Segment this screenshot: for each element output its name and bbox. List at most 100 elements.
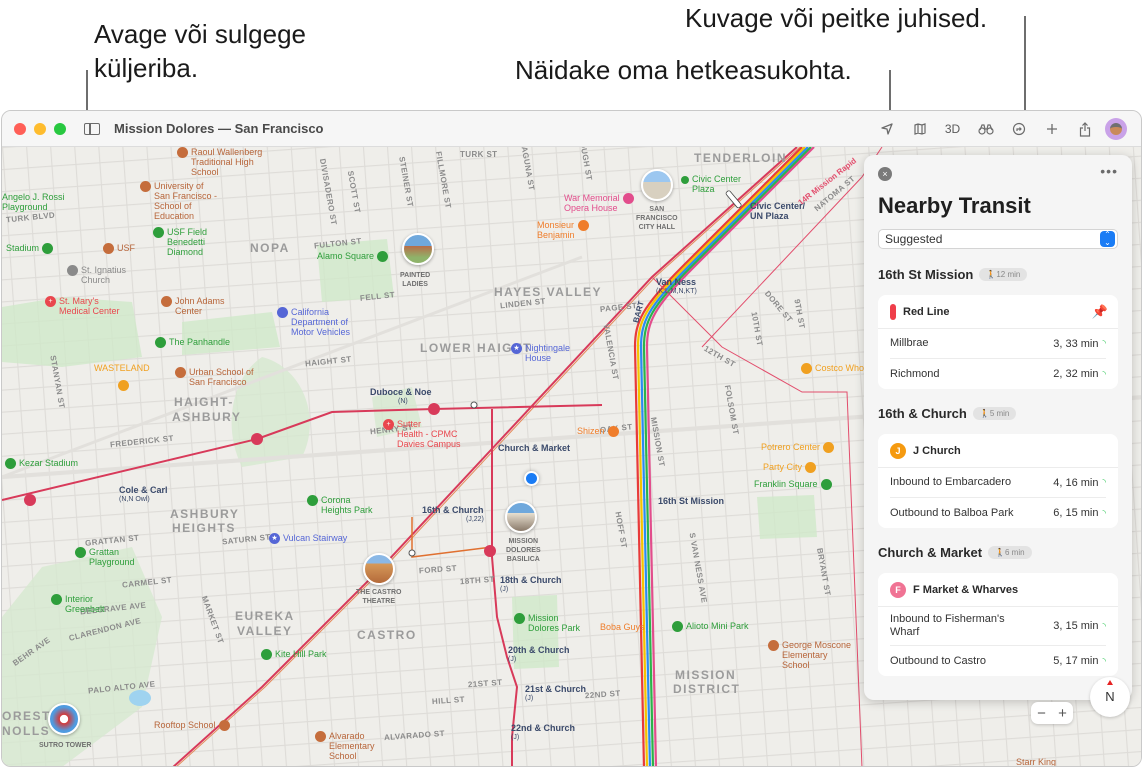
transit-stop-label[interactable]: Van Ness (K,L,M,N,KT)	[656, 277, 697, 297]
zoom-in-button[interactable]: +	[1058, 705, 1067, 722]
poi-nightingale[interactable]: ★ Nightingale House	[508, 343, 570, 363]
map-mode-button[interactable]	[903, 115, 936, 143]
n-stop-badge[interactable]	[24, 494, 36, 506]
pin-icon[interactable]: 📌	[1092, 304, 1108, 320]
transit-line-card[interactable]: F F Market & Wharves Inbound to Fisherma…	[878, 573, 1118, 676]
directions-button[interactable]	[1002, 115, 1035, 143]
3d-button[interactable]: 3D	[936, 115, 969, 143]
poi-alamo-square[interactable]: Alamo Square	[317, 251, 391, 263]
poi-kite-hill[interactable]: Kite Hill Park	[258, 649, 327, 661]
transit-stop-label[interactable]: 20th & Church (J)	[508, 645, 570, 665]
compass-button[interactable]: N	[1090, 677, 1130, 717]
poi-st-ignatius[interactable]: St. Ignatius Church	[64, 265, 126, 285]
poi-urban-school[interactable]: Urban School of San Francisco	[172, 367, 254, 387]
poi-alioto-park[interactable]: Alioto Mini Park	[669, 621, 749, 633]
departure-row[interactable]: Outbound to Balboa Park 6, 15 min ◝	[890, 498, 1106, 528]
transit-stop-label[interactable]: Civic Center/ UN Plaza	[750, 201, 805, 221]
poi-rooftop-school[interactable]: Rooftop School	[154, 720, 233, 732]
callout-location: Näidake oma hetkeasukohta.	[515, 55, 852, 85]
sort-select[interactable]: Suggested ⌃ ⌄	[878, 229, 1118, 249]
poi-shizen[interactable]: Shizen	[577, 426, 622, 438]
departure-row[interactable]: Inbound to Fisherman's Wharf 3, 15 min ◝	[890, 607, 1106, 646]
callout-directions: Kuvage või peitke juhised.	[685, 3, 988, 33]
zoom-control: − +	[1031, 702, 1073, 724]
poi-john-adams[interactable]: John Adams Center	[158, 296, 225, 316]
add-button[interactable]	[1035, 115, 1068, 143]
window-controls	[14, 122, 66, 135]
departure-row[interactable]: Millbrae 3, 33 min ◝	[890, 329, 1106, 359]
transit-stop-label[interactable]: 16th & Church (J,22)	[422, 505, 484, 525]
poi-stadium[interactable]: Stadium	[6, 243, 56, 255]
avatar[interactable]	[1105, 118, 1127, 140]
transit-stop-label[interactable]: 21st & Church (J)	[525, 684, 586, 704]
poi-potrero-center[interactable]: Potrero Center	[761, 442, 837, 454]
poi-grattan-playground[interactable]: Grattan Playground	[72, 547, 135, 567]
painted-ladies-landmark[interactable]	[402, 233, 434, 265]
minimize-window-button[interactable]	[34, 122, 46, 135]
transit-stop-label[interactable]: Church & Market	[498, 443, 570, 453]
transit-stop-label[interactable]: Cole & Carl (N,N Owl)	[119, 485, 168, 505]
look-around-button[interactable]	[969, 115, 1002, 143]
poi-usf[interactable]: USF	[100, 243, 135, 255]
j-stop-badge[interactable]	[484, 545, 496, 557]
poi-alvarado-school[interactable]: Alvarado Elementary School	[312, 731, 375, 761]
poi-franklin-square[interactable]: Franklin Square	[754, 479, 835, 491]
city-hall-landmark[interactable]	[641, 169, 673, 201]
stop-header: Church & Market 🚶6 min	[878, 542, 1032, 562]
castro-theatre-landmark[interactable]	[363, 553, 395, 585]
n-stop-badge[interactable]	[251, 433, 263, 445]
close-panel-button[interactable]: ×	[878, 167, 892, 181]
sidebar-toggle-icon[interactable]	[84, 122, 100, 135]
zoom-out-button[interactable]: −	[1037, 705, 1046, 722]
playground-icon	[75, 547, 86, 559]
poi-boba-guys[interactable]: Boba Guys	[600, 622, 645, 632]
poi-dmv[interactable]: California Department of Motor Vehicles	[274, 307, 350, 337]
line-header[interactable]: J J Church	[878, 434, 1118, 468]
poi-panhandle[interactable]: The Panhandle	[152, 337, 230, 349]
line-header[interactable]: F F Market & Wharves	[878, 573, 1118, 607]
close-window-button[interactable]	[14, 122, 26, 135]
poi-raoul-wallenberg[interactable]: Raoul Wallenberg Traditional High School	[174, 147, 262, 177]
poi-kezar-stadium[interactable]: Kezar Stadium	[2, 458, 78, 470]
more-options-button[interactable]: •••	[1100, 163, 1118, 179]
poi-monsieur-benjamin[interactable]: Monsieur Benjamin	[537, 220, 592, 240]
poi-costco[interactable]: Costco Who	[798, 363, 864, 375]
poi-corona-heights[interactable]: Corona Heights Park	[304, 495, 373, 515]
poi-sutter-health[interactable]: + Sutter Health - CPMC Davies Campus	[380, 419, 461, 449]
f-market-badge-icon: F	[890, 581, 906, 598]
sutro-tower-landmark[interactable]	[48, 703, 80, 735]
line-name: J Church	[913, 444, 961, 457]
school-icon	[315, 731, 326, 743]
poi-civic-center-plaza[interactable]: Civic Center Plaza	[678, 174, 741, 194]
transit-line-card[interactable]: Red Line 📌 Millbrae 3, 33 min ◝ Richmond …	[878, 295, 1118, 389]
poi-usf-field[interactable]: USF Field Benedetti Diamond	[150, 227, 207, 257]
transit-stop-label[interactable]: 18th & Church (J)	[500, 575, 562, 595]
poi-rossi-playground[interactable]: Angelo J. Rossi Playground	[2, 192, 65, 212]
line-header[interactable]: Red Line 📌	[878, 295, 1118, 329]
departure-row[interactable]: Outbound to Castro 5, 17 min ◝	[890, 646, 1106, 676]
poi-mission-dolores-park[interactable]: Mission Dolores Park	[511, 613, 580, 633]
current-location-button[interactable]	[870, 115, 903, 143]
transit-stop-label[interactable]: 16th St Mission	[658, 496, 724, 506]
poi-starr-king[interactable]: Starr King	[1016, 757, 1056, 766]
fullscreen-window-button[interactable]	[54, 122, 66, 135]
departure-row[interactable]: Inbound to Embarcadero 4, 16 min ◝	[890, 468, 1106, 498]
shopping-icon	[823, 442, 835, 454]
poi-party-city[interactable]: Party City	[763, 462, 819, 474]
poi-vulcan-stairway[interactable]: ★ Vulcan Stairway	[266, 533, 347, 545]
share-button[interactable]	[1068, 115, 1101, 143]
title-bar: Mission Dolores — San Francisco 3D	[2, 111, 1141, 147]
transit-stop-label[interactable]: 22nd & Church (J)	[511, 723, 575, 743]
poi-usf-education[interactable]: University of San Francisco - School of …	[137, 181, 217, 221]
poi-war-memorial[interactable]: War Memorial Opera House	[564, 193, 637, 213]
poi-interior-greenbelt[interactable]: Interior Greenbelt	[48, 594, 105, 614]
departure-row[interactable]: Richmond 2, 32 min ◝	[890, 359, 1106, 389]
transit-stop-label[interactable]: Duboce & Noe (N)	[370, 387, 432, 407]
poi-st-marys[interactable]: + St. Mary's Medical Center	[42, 296, 120, 316]
mission-dolores-landmark[interactable]	[505, 501, 537, 533]
departure-destination: Inbound to Embarcadero	[890, 476, 1012, 488]
poi-wasteland[interactable]: WASTELAND	[94, 363, 150, 373]
current-location-dot[interactable]	[524, 471, 539, 486]
poi-george-moscone[interactable]: George Moscone Elementary School	[765, 640, 851, 670]
transit-line-card[interactable]: J J Church Inbound to Embarcadero 4, 16 …	[878, 434, 1118, 528]
